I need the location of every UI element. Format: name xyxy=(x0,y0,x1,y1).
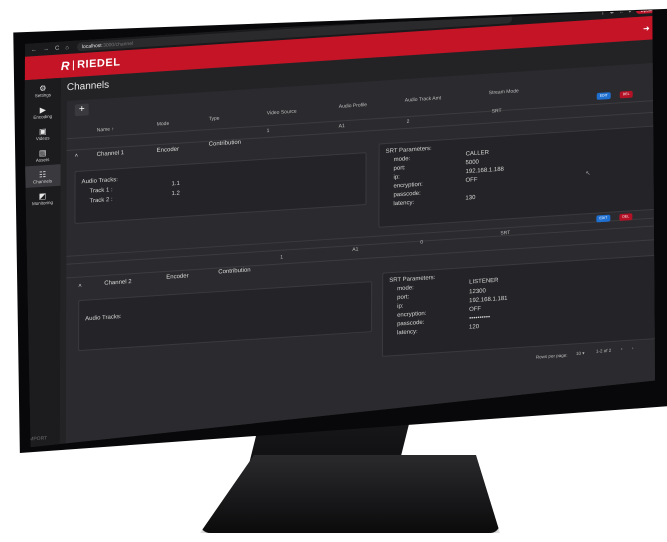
cell-audio-track-amt: 0 xyxy=(420,239,424,246)
home-icon[interactable]: ⌂ xyxy=(65,45,69,51)
cell-audio-track-amt: 2 xyxy=(406,118,410,126)
cell-stream-mode: SRT xyxy=(491,108,502,115)
audio-tracks-panel: Audio Tracks: xyxy=(78,281,373,352)
srt-title: SRT Parameters: xyxy=(385,145,432,155)
sidebar-item-label: Encoding xyxy=(33,113,53,120)
next-page-icon[interactable]: › xyxy=(632,345,634,350)
srt-value: LISTENER xyxy=(469,277,499,286)
brand-mark-icon: R xyxy=(60,58,71,74)
srt-value: 192.168.1.188 xyxy=(465,166,504,176)
cell-type: Contribution xyxy=(208,139,242,148)
audio-tracks-title: Audio Tracks: xyxy=(85,314,122,323)
cell-type: Contribution xyxy=(218,267,251,276)
add-channel-button[interactable]: + xyxy=(74,103,89,117)
cursor-icon: ↖ xyxy=(585,170,591,178)
sidebar-item-videos[interactable]: ▣ Videos xyxy=(25,121,61,145)
column-header[interactable]: Audio Profile xyxy=(339,102,367,110)
srt-key: ip: xyxy=(397,303,404,310)
cell-mode: Encoder xyxy=(166,273,189,281)
cell-mode: Encoder xyxy=(156,146,180,154)
column-header[interactable]: Mode xyxy=(157,121,170,128)
column-header[interactable]: Stream Mode xyxy=(489,88,519,96)
forward-icon[interactable]: → xyxy=(43,46,49,52)
page-title: Channels xyxy=(66,79,110,94)
cell-video-source: 1 xyxy=(280,254,284,261)
import-button[interactable]: IMPORT xyxy=(28,431,49,446)
url-path: :3000/channel xyxy=(101,40,134,49)
delete-button[interactable]: DEL xyxy=(619,90,633,99)
rows-per-page-label: Rows per page: xyxy=(535,352,568,360)
track-label: Track 2 : xyxy=(89,197,113,205)
edit-button[interactable]: EDIT xyxy=(596,214,611,223)
prev-page-icon[interactable]: ‹ xyxy=(621,346,623,351)
srt-value: CALLER xyxy=(465,150,489,158)
sidebar-item-assets[interactable]: ▤ Assets xyxy=(25,143,61,167)
srt-value: •••••••••• xyxy=(469,314,491,322)
sidebar-item-label: Monitoring xyxy=(31,199,54,207)
sidebar-item-encoding[interactable]: ▶ Encoding xyxy=(25,99,61,123)
srt-key: latency: xyxy=(397,329,418,337)
cell-name: Channel 2 xyxy=(104,279,132,287)
pagination-range: 1-2 of 2 xyxy=(595,347,612,354)
back-icon[interactable]: ← xyxy=(31,47,37,53)
srt-parameters-panel: SRT Parameters: mode: CALLER port: 5000 … xyxy=(378,125,655,228)
reload-icon[interactable]: C xyxy=(55,45,59,51)
column-header[interactable]: Video Source xyxy=(267,109,297,117)
sidebar-item-settings[interactable]: ⚙ Settings xyxy=(25,78,61,102)
track-value: 1.2 xyxy=(171,190,180,198)
edit-button[interactable]: EDIT xyxy=(596,92,611,100)
brand-logo: R RIEDEL xyxy=(61,55,121,73)
srt-value: 5000 xyxy=(465,159,479,167)
srt-key: ip: xyxy=(393,174,400,181)
audio-tracks-title: Audio Tracks: xyxy=(81,177,118,186)
cell-stream-mode: SRT xyxy=(500,229,511,237)
monitor-screen: ← → C ⌂ localhost:3000/channel ⇪ ✱ ☆ ● U… xyxy=(23,10,655,448)
track-value: 1.1 xyxy=(171,180,180,188)
srt-title: SRT Parameters: xyxy=(389,275,436,284)
sidebar-item-label: Settings xyxy=(34,92,51,99)
srt-value: 120 xyxy=(469,324,480,331)
expand-icon[interactable]: ˄ xyxy=(75,153,79,159)
srt-value: 192.168.1.181 xyxy=(469,295,508,305)
srt-key: mode: xyxy=(397,285,414,293)
expand-icon[interactable]: ˄ xyxy=(78,283,82,289)
monitor: ← → C ⌂ localhost:3000/channel ⇪ ✱ ☆ ● U… xyxy=(0,0,667,542)
delete-button[interactable]: DEL xyxy=(619,213,633,221)
srt-key: encryption: xyxy=(397,310,427,319)
logout-icon[interactable]: ➜ xyxy=(642,23,651,32)
srt-key: encryption: xyxy=(393,181,423,190)
srt-key: port: xyxy=(397,294,410,302)
srt-key: port: xyxy=(393,165,406,172)
sidebar-item-label: Videos xyxy=(35,135,50,142)
column-header[interactable]: Name ↑ xyxy=(97,126,114,133)
audio-tracks-panel: Audio Tracks: Track 1 : 1.1 Track 2 : 1.… xyxy=(74,152,367,225)
rows-per-page-select[interactable]: 10 ▾ xyxy=(576,351,585,357)
srt-key: mode: xyxy=(393,156,411,164)
column-header[interactable]: Type xyxy=(209,116,220,123)
sidebar-item-channels[interactable]: ☷ Channels xyxy=(24,164,61,189)
brand-name: RIEDEL xyxy=(77,56,121,71)
srt-key: passcode: xyxy=(393,190,421,199)
cell-audio-profile: A1 xyxy=(338,123,345,130)
cell-video-source: 1 xyxy=(266,128,270,135)
srt-parameters-panel: SRT Parameters: mode: LISTENER port: 123… xyxy=(381,254,655,357)
sidebar-item-label: Channels xyxy=(33,178,53,185)
sidebar-item-label: Assets xyxy=(35,157,50,163)
srt-value: 130 xyxy=(465,195,476,202)
srt-value: 12300 xyxy=(469,288,486,296)
cell-audio-profile: A1 xyxy=(352,246,359,253)
sidebar-item-monitoring[interactable]: ◩ Monitoring xyxy=(24,186,60,210)
srt-key: passcode: xyxy=(397,319,425,328)
url-host: localhost xyxy=(81,42,102,50)
srt-key: latency: xyxy=(393,199,415,208)
srt-value: OFF xyxy=(469,306,482,313)
column-header[interactable]: Audio Track Amt xyxy=(405,95,441,103)
cell-name: Channel 1 xyxy=(96,150,125,158)
srt-value: OFF xyxy=(465,177,478,184)
track-label: Track 1 : xyxy=(89,187,113,195)
